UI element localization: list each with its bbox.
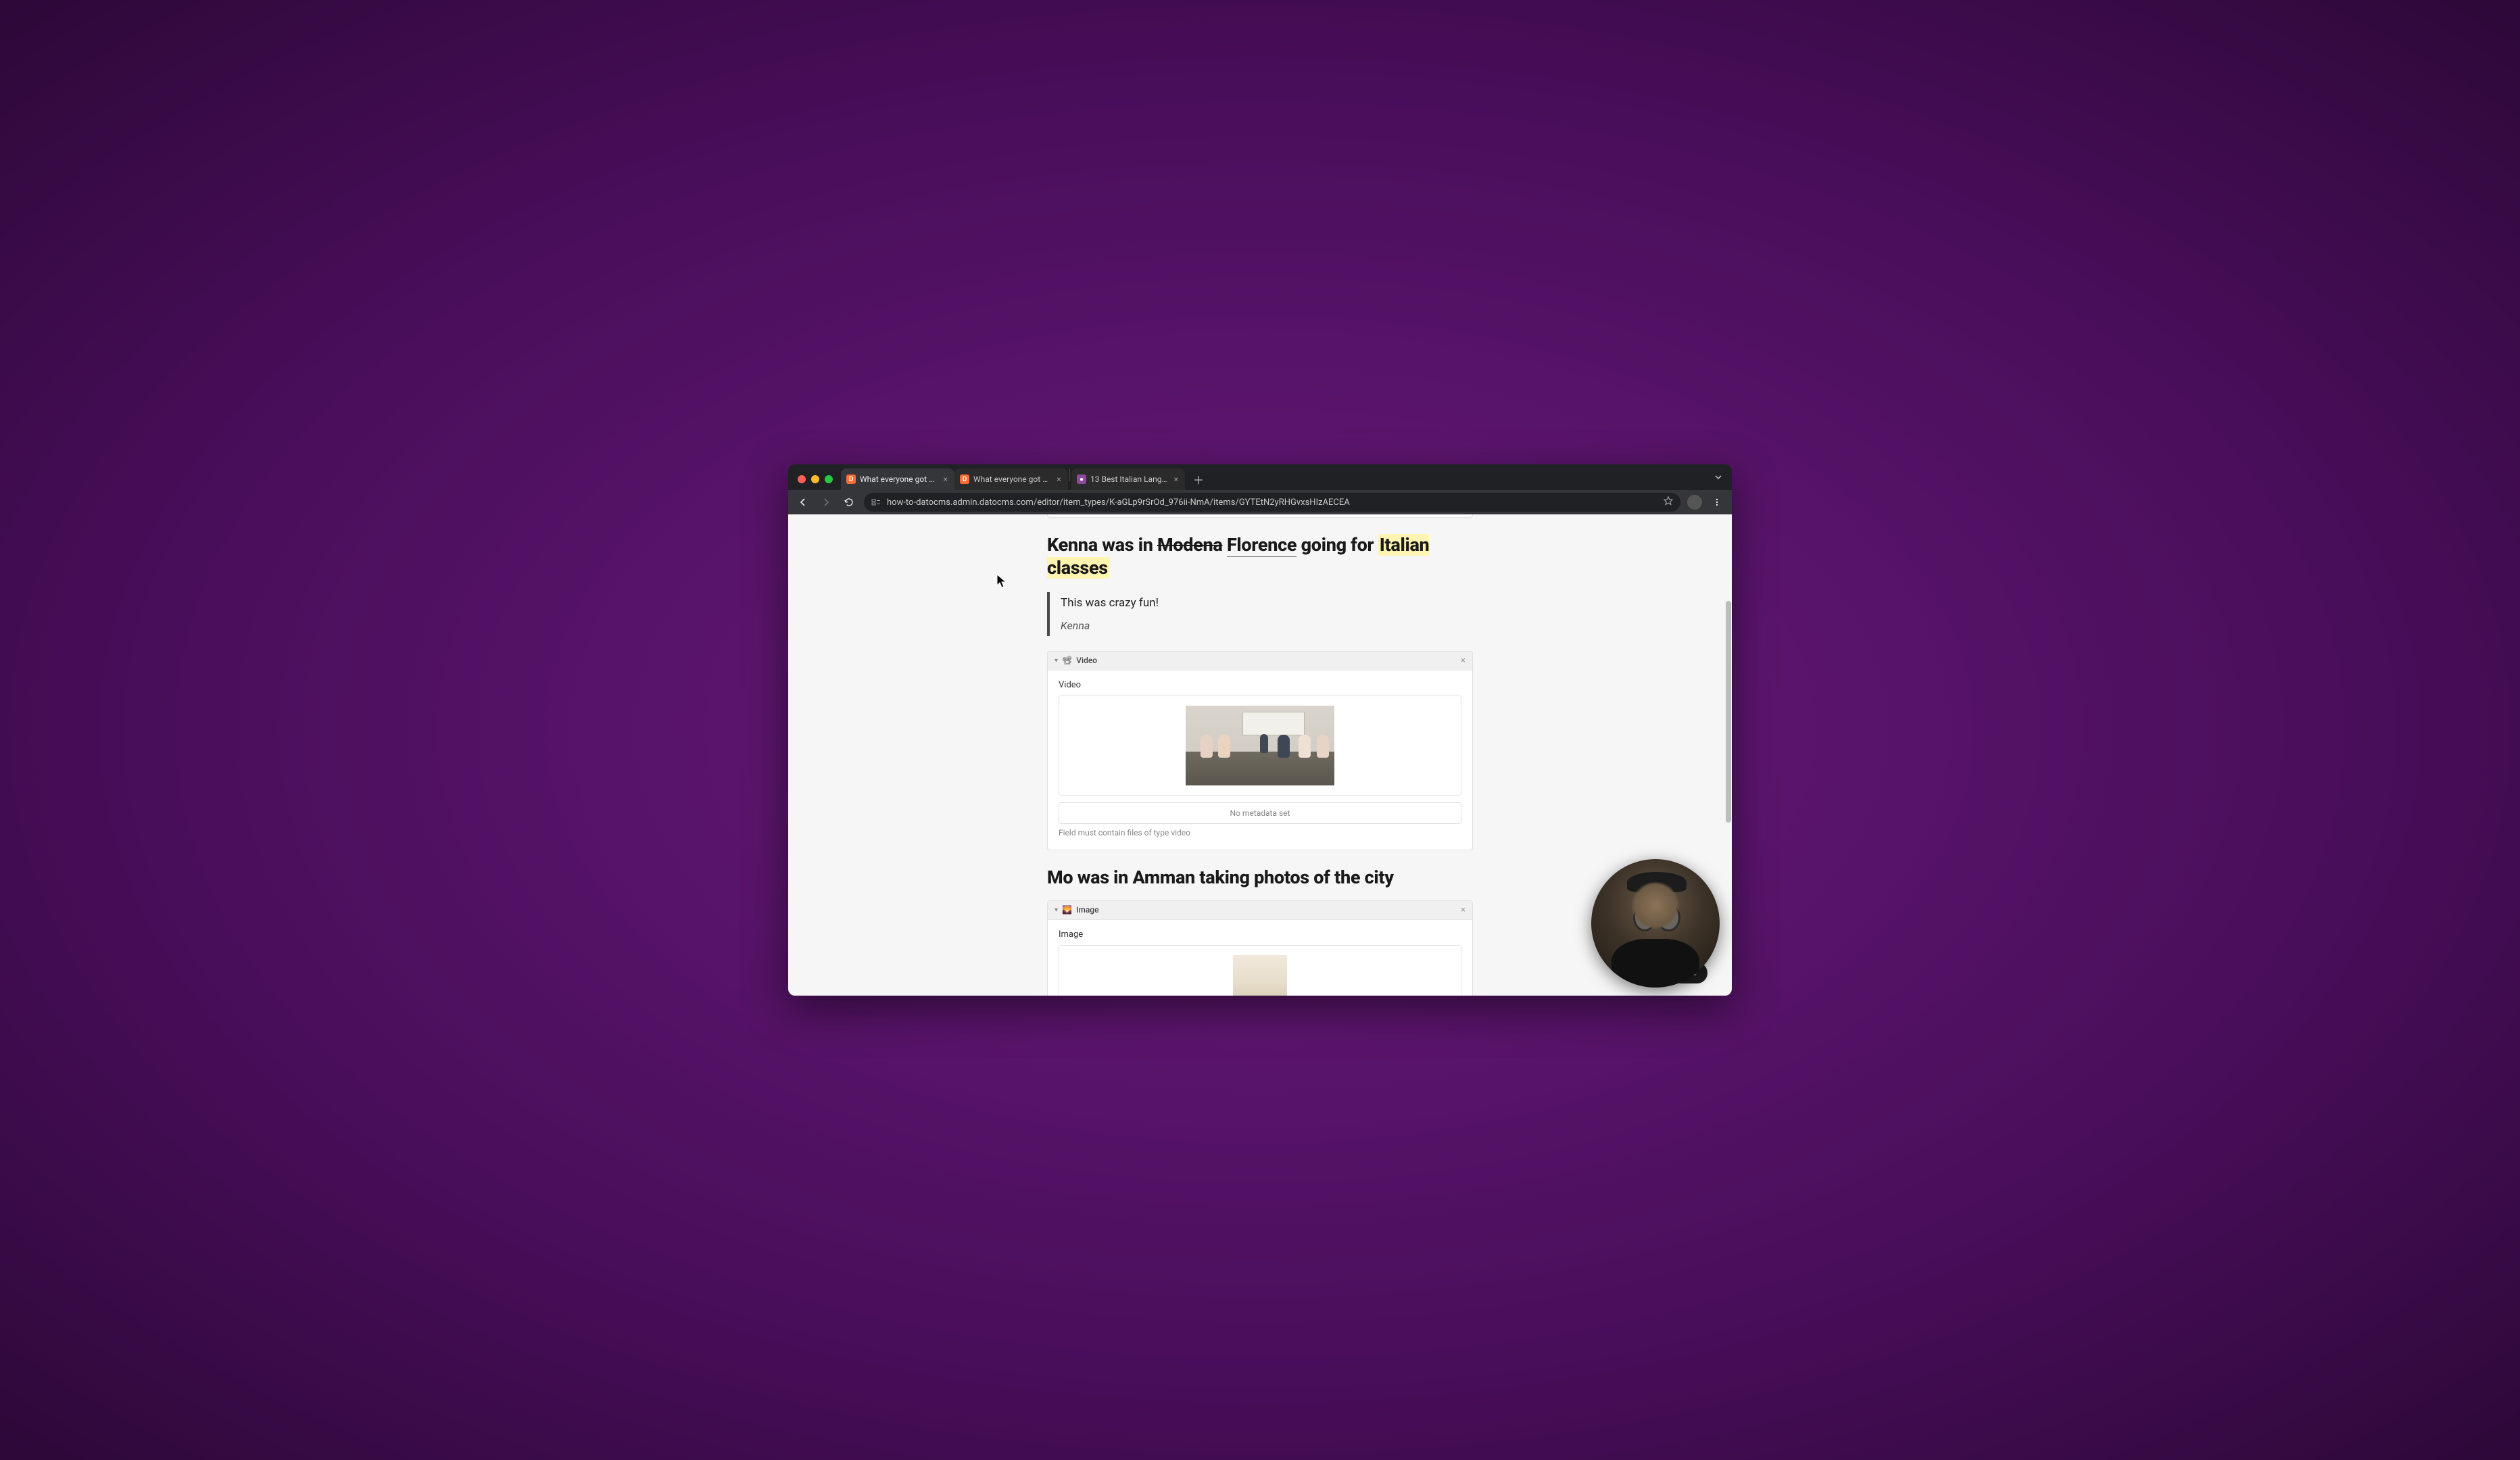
- blockquote[interactable]: This was crazy fun! Kenna: [1047, 592, 1473, 636]
- browser-window: D What everyone got up to this × D What …: [788, 464, 1732, 996]
- browser-menu-button[interactable]: [1709, 494, 1725, 510]
- tabs-dropdown-button[interactable]: [1712, 470, 1725, 484]
- video-media-box[interactable]: [1059, 696, 1461, 796]
- metadata-text: No metadata set: [1230, 808, 1290, 818]
- video-thumbnail[interactable]: [1186, 706, 1334, 785]
- field-hint: Field must contain files of type video: [1059, 828, 1461, 837]
- tab-close-button[interactable]: ×: [942, 474, 949, 484]
- editor-column: No metadata set Field must contain files…: [1047, 514, 1473, 996]
- collapse-toggle-icon[interactable]: ▾: [1055, 906, 1058, 914]
- block-header[interactable]: ▾ 📽 Video ×: [1048, 652, 1472, 671]
- tab-strip: D What everyone got up to this × D What …: [788, 464, 1732, 490]
- bookmark-star-icon[interactable]: [1663, 495, 1674, 509]
- metadata-status: No metadata set: [1059, 802, 1461, 824]
- field-label: Video: [1059, 680, 1461, 690]
- collapse-toggle-icon[interactable]: ▾: [1055, 657, 1058, 664]
- image-thumbnail[interactable]: [1233, 955, 1287, 996]
- tab-favicon-icon: ●: [1077, 474, 1086, 484]
- window-close-button[interactable]: [798, 475, 806, 483]
- site-info-icon[interactable]: [871, 497, 881, 508]
- heading-kenna[interactable]: Kenna was in Modena Florence going for I…: [1047, 534, 1473, 580]
- extension-icon[interactable]: [1687, 495, 1702, 510]
- video-block: ▾ 📽 Video × Video: [1047, 651, 1473, 850]
- tab-title: 13 Best Italian Language Sch: [1090, 474, 1169, 484]
- field-label: Image: [1059, 929, 1461, 940]
- presenter-webcam: [1591, 859, 1720, 988]
- url-text: how-to-datocms.admin.datocms.com/editor/…: [887, 497, 1657, 508]
- new-tab-button[interactable]: ＋: [1189, 470, 1208, 489]
- block-header-icon: 📽: [1062, 656, 1072, 665]
- tab[interactable]: ● 13 Best Italian Language Sch ×: [1071, 468, 1185, 490]
- window-minimize-button[interactable]: [811, 475, 819, 483]
- tab-close-button[interactable]: ×: [1173, 474, 1180, 484]
- heading-text-mid: going for: [1297, 534, 1378, 556]
- block-header-icon: 🌄: [1062, 905, 1072, 915]
- block-header[interactable]: ▾ 🌄 Image ×: [1048, 901, 1472, 920]
- tab-divider: [1069, 469, 1070, 481]
- reload-button[interactable]: [841, 494, 857, 510]
- window-controls: [796, 475, 838, 490]
- tab-favicon-icon: D: [960, 474, 969, 484]
- tab[interactable]: D What everyone got up to thi ×: [954, 468, 1068, 490]
- tab-close-button[interactable]: ×: [1055, 474, 1063, 484]
- tab-favicon-icon: D: [846, 474, 856, 484]
- window-maximize-button[interactable]: [825, 475, 833, 483]
- heading-strike: Modena: [1157, 534, 1222, 556]
- block-header-label: Image: [1076, 905, 1099, 915]
- tab-title: What everyone got up to this: [860, 474, 938, 484]
- heading-link[interactable]: Florence: [1227, 534, 1297, 557]
- image-media-box[interactable]: [1059, 945, 1461, 996]
- tabs: D What everyone got up to this × D What …: [841, 464, 1208, 490]
- tab-title: What everyone got up to thi: [973, 474, 1051, 484]
- quote-citation: Kenna: [1061, 619, 1473, 632]
- tab-active[interactable]: D What everyone got up to this ×: [841, 468, 954, 490]
- block-remove-button[interactable]: ×: [1461, 656, 1465, 666]
- quote-text: This was crazy fun!: [1061, 596, 1473, 610]
- image-block: ▾ 🌄 Image × Image: [1047, 900, 1473, 996]
- scroll-thumb[interactable]: [1726, 601, 1731, 823]
- heading-text-pre: Kenna was in: [1047, 534, 1157, 556]
- video-block-partial: No metadata set Field must contain files…: [1047, 514, 1473, 518]
- page-content: No metadata set Field must contain files…: [788, 514, 1732, 996]
- url-bar[interactable]: how-to-datocms.admin.datocms.com/editor/…: [864, 493, 1680, 512]
- block-header-label: Video: [1076, 656, 1097, 665]
- scrollbar[interactable]: [1726, 514, 1731, 996]
- block-remove-button[interactable]: ×: [1461, 905, 1465, 915]
- forward-button[interactable]: [818, 494, 834, 510]
- heading-mo[interactable]: Mo was in Amman taking photos of the cit…: [1047, 867, 1473, 888]
- address-bar: how-to-datocms.admin.datocms.com/editor/…: [788, 490, 1732, 514]
- back-button[interactable]: [795, 494, 811, 510]
